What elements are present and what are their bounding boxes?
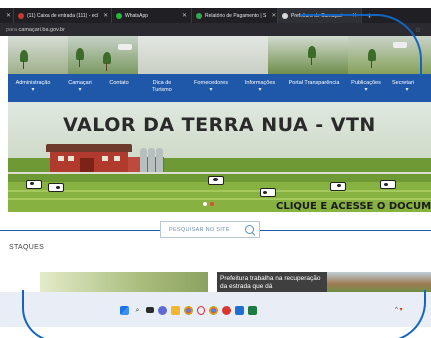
cow-icon — [208, 176, 224, 185]
hero-title: VALOR DA TERRA NUA - VTN — [63, 114, 376, 136]
chrome-icon[interactable] — [184, 305, 193, 315]
nav-label: Administração — [15, 80, 51, 86]
file-explorer-icon[interactable] — [171, 305, 180, 315]
annotation-outline — [22, 290, 124, 338]
tab-label: (11) Caixa de entrada (111) - ecl — [27, 12, 99, 19]
close-icon[interactable]: ✕ — [6, 12, 11, 19]
nav-administracao[interactable]: Administração ▾ — [8, 74, 58, 102]
url-text[interactable]: para camaçari.ba.gov.br — [6, 27, 65, 33]
chevron-down-icon: ▾ — [364, 87, 368, 93]
nav-label: Camaçari — [68, 80, 92, 86]
cow-icon — [330, 182, 346, 191]
hero-banner[interactable]: VALOR DA TERRA NUA - VTN CLIQUE E ACESSE… — [8, 102, 431, 212]
cow-icon — [48, 183, 64, 192]
chrome-icon[interactable] — [209, 305, 218, 315]
gmail-icon — [18, 12, 24, 19]
search-input[interactable] — [167, 225, 241, 234]
tab-inbox[interactable]: (11) Caixa de entrada (111) - ecl ✕ — [14, 8, 112, 23]
nav-label: Secretari — [392, 80, 415, 86]
news-headline[interactable]: Prefeitura trabalha na recuperação da es… — [220, 275, 325, 291]
task-view-icon[interactable] — [146, 307, 154, 313]
tab-relatorio[interactable]: Relatório de Pagamento | S ✕ — [192, 8, 278, 23]
search-icon[interactable] — [245, 225, 254, 234]
url-domain: camaçari.ba.gov.br — [18, 26, 65, 33]
nav-label: Contato — [109, 80, 129, 86]
nav-label: Dica de Turismo — [152, 80, 172, 93]
nav-label: Fornecedores — [194, 80, 228, 86]
nav-label: Informações — [244, 80, 276, 86]
annotation-outline — [312, 290, 426, 338]
tab-label: Relatório de Pagamento | S — [205, 12, 267, 19]
carousel-dot-active[interactable] — [210, 202, 214, 206]
search-row — [0, 212, 431, 242]
barn-illustration — [46, 144, 132, 174]
chevron-down-icon: ▾ — [209, 87, 213, 93]
url-prefix: para — [6, 26, 18, 33]
mail-icon[interactable] — [235, 305, 244, 315]
nav-informacoes[interactable]: Informações ▾ — [234, 74, 286, 102]
nav-publicacoes[interactable]: Publicações ▾ — [344, 74, 388, 102]
nav-camacari[interactable]: Camaçari ▾ — [60, 74, 100, 102]
close-icon[interactable]: ✕ — [182, 12, 187, 19]
main-nav: Administração ▾ Camaçari ▾ Contato Dica de… — [8, 74, 431, 102]
carousel-dot[interactable] — [203, 202, 207, 206]
app-icon[interactable] — [222, 305, 231, 315]
whatsapp-icon — [116, 12, 122, 19]
taskbar-icons: ⌕ — [120, 305, 257, 315]
hero-cta-text[interactable]: CLIQUE E ACESSE O DOCUM — [276, 201, 431, 212]
site-icon — [282, 12, 288, 19]
cow-icon — [380, 180, 396, 189]
chat-icon[interactable] — [158, 305, 167, 315]
search-icon[interactable]: ⌕ — [133, 306, 142, 315]
chevron-down-icon: ▾ — [78, 87, 82, 93]
cow-icon — [260, 188, 276, 197]
news-card-photo[interactable] — [327, 272, 431, 292]
nav-contato[interactable]: Contato — [102, 74, 136, 102]
carousel-dots — [203, 202, 214, 206]
nav-portal-transparencia[interactable]: Portal Transparência — [286, 74, 342, 102]
chevron-down-icon: ▾ — [405, 87, 409, 93]
chevron-down-icon: ▾ — [31, 87, 35, 93]
opera-icon[interactable] — [197, 305, 205, 315]
nav-fornecedores[interactable]: Fornecedores ▾ — [186, 74, 236, 102]
screenshot: ✕ (11) Caixa de entrada (111) - ecl ✕ Wh… — [0, 0, 431, 338]
chevron-down-icon: ▾ — [258, 87, 262, 93]
news-card[interactable]: Prefeitura trabalha na recuperação da es… — [217, 272, 327, 292]
section-title: STAQUES — [9, 244, 45, 251]
tab-label: WhatsApp — [125, 12, 149, 19]
news-card-image[interactable] — [40, 272, 208, 292]
nav-label: Publicações — [351, 80, 381, 86]
nav-secretarias[interactable]: Secretari ▾ — [392, 74, 431, 102]
close-icon[interactable]: ✕ — [103, 12, 108, 19]
bookmark-star-icon[interactable]: ☆ — [415, 26, 421, 34]
nav-dica-turismo[interactable]: Dica de Turismo — [144, 74, 180, 102]
nav-label: Portal Transparência — [288, 80, 340, 86]
sheets-icon — [196, 12, 202, 19]
tab-close-fragment[interactable]: ✕ — [0, 8, 14, 23]
search-box[interactable] — [160, 221, 260, 238]
cow-icon — [26, 180, 42, 189]
close-icon[interactable]: ✕ — [271, 12, 276, 19]
excel-icon[interactable] — [248, 305, 257, 315]
tab-whatsapp[interactable]: WhatsApp ✕ — [112, 8, 192, 23]
annotation-outline — [300, 14, 422, 76]
